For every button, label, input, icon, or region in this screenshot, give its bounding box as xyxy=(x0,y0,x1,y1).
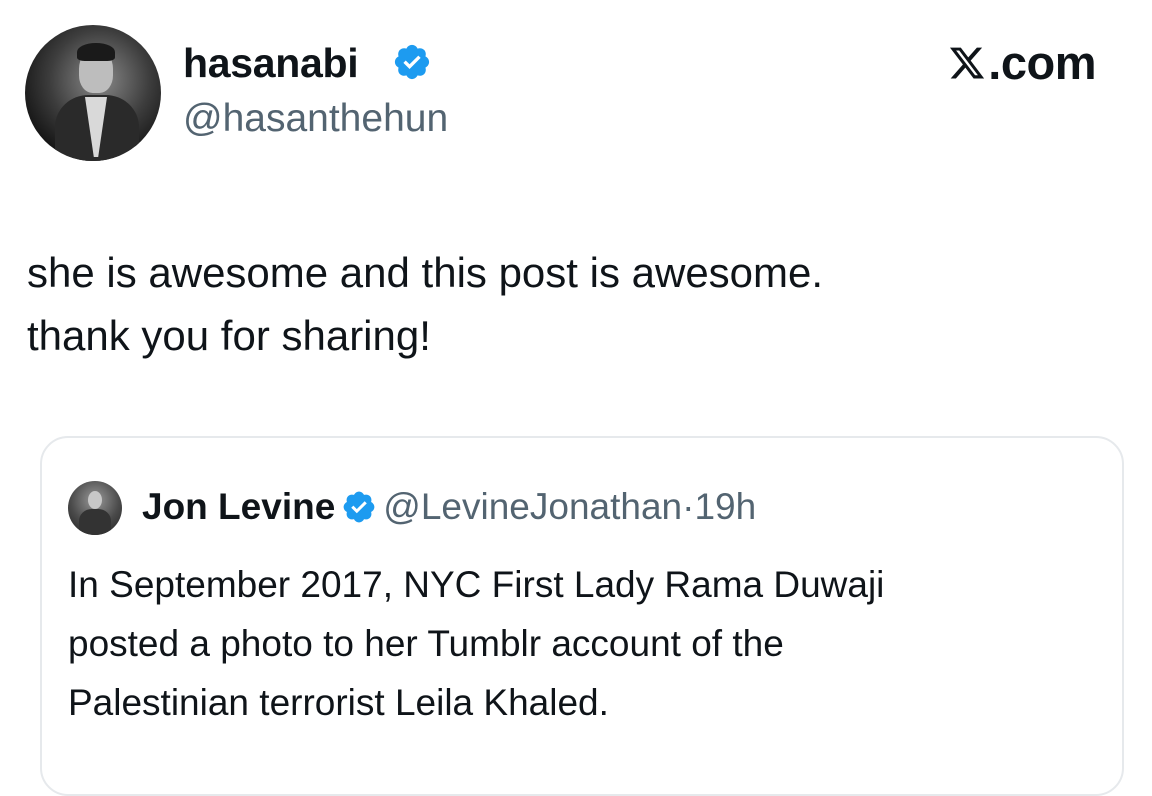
x-logo-icon xyxy=(950,47,985,79)
x-com-label: .com xyxy=(988,36,1096,89)
author-avatar[interactable] xyxy=(25,25,161,161)
avatar-figure-hair xyxy=(77,43,115,61)
author-display-name[interactable]: hasanabi xyxy=(183,38,359,88)
quoted-tweet-card[interactable]: Jon Levine @LevineJonathan·19h In Septem… xyxy=(40,436,1124,796)
quoted-avatar-figure-body xyxy=(79,509,111,535)
quoted-author-handle[interactable]: @LevineJonathan xyxy=(383,486,682,527)
verified-badge-icon xyxy=(394,44,430,80)
tweet-text: she is awesome and this post is awesome.… xyxy=(27,249,824,359)
x-com-watermark: .com xyxy=(948,37,1096,89)
quoted-author-avatar[interactable] xyxy=(68,481,122,535)
quoted-author-name[interactable]: Jon Levine xyxy=(142,486,335,527)
quoted-tweet-text: In September 2017, NYC First Lady Rama D… xyxy=(68,564,885,723)
quoted-separator-dot: · xyxy=(682,486,695,527)
verified-badge-icon xyxy=(343,491,375,523)
quoted-avatar-figure-head xyxy=(88,491,102,509)
author-handle[interactable]: @hasanthehun xyxy=(183,95,448,143)
tweet: hasanabi @hasanthehun .com she is awesom… xyxy=(0,0,1152,796)
quoted-tweet-header: Jon Levine @LevineJonathan·19h xyxy=(142,483,756,531)
quoted-timestamp[interactable]: 19h xyxy=(694,486,756,527)
